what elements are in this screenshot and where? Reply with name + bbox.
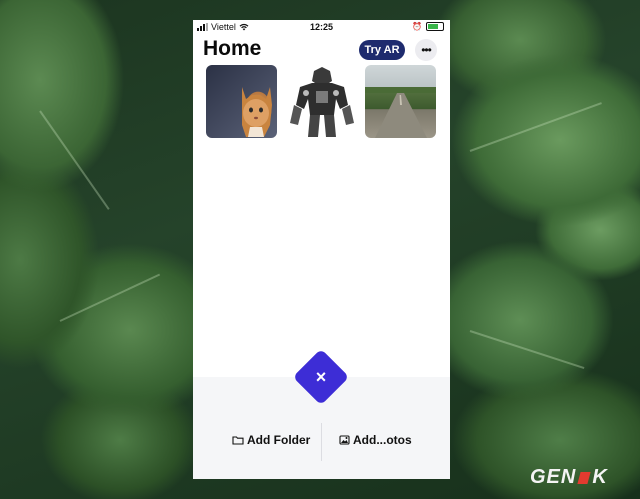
logo-mark [577,471,591,484]
road-image [365,87,436,138]
cat-image [242,87,272,137]
try-ar-button[interactable]: Try AR [359,40,405,60]
status-bar: Viettel 12:25 ⏰ [193,20,450,36]
ellipsis-icon[interactable]: ••• [415,39,437,61]
add-photos-label: Add...otos [353,433,412,447]
page-title: Home [203,37,262,60]
folder-icon [232,436,244,445]
battery-icon [426,22,444,31]
close-icon[interactable]: × [301,357,341,397]
photo-thumbnail-road[interactable] [365,65,436,138]
add-folder-label: Add Folder [247,433,311,447]
photo-thumbnail-robot[interactable] [286,65,357,138]
add-photos-button[interactable]: Add...otos [339,433,412,447]
action-divider [321,423,322,461]
photo-thumbnail-cat[interactable] [206,65,277,138]
alarm-icon: ⏰ [412,22,422,31]
add-folder-button[interactable]: Add Folder [232,433,310,447]
robot-image [286,65,357,138]
genk-watermark-logo: GEN K [530,466,608,488]
phone-screen: Viettel 12:25 ⏰ Home Try AR ••• × Add Fo… [193,20,450,479]
image-icon [339,435,350,445]
